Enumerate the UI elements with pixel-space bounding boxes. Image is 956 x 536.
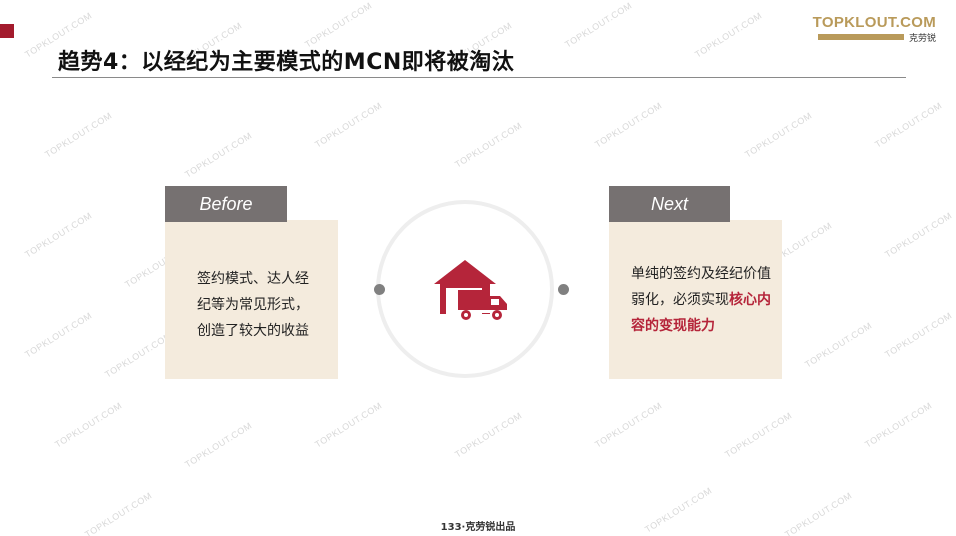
watermark-text: TOPKLOUT.COM <box>303 0 374 50</box>
next-card-text: 单纯的签约及经纪价值弱化，必须实现核心内容的变现能力 <box>631 261 771 339</box>
logo: TOPKLOUT.COM 克劳锐 <box>813 14 936 44</box>
ring-dot-right <box>558 284 569 295</box>
before-tab: Before <box>165 186 287 222</box>
watermark-text: TOPKLOUT.COM <box>883 310 954 360</box>
watermark-text: TOPKLOUT.COM <box>723 410 794 460</box>
next-card: 单纯的签约及经纪价值弱化，必须实现核心内容的变现能力 <box>609 220 782 379</box>
warehouse-truck-icon <box>434 260 508 320</box>
watermark-text: TOPKLOUT.COM <box>43 110 114 160</box>
watermark-text: TOPKLOUT.COM <box>53 400 124 450</box>
watermark-text: TOPKLOUT.COM <box>873 100 944 150</box>
before-card: 签约模式、达人经纪等为常见形式，创造了较大的收益 <box>165 220 338 379</box>
watermark-text: TOPKLOUT.COM <box>313 400 384 450</box>
watermark-text: TOPKLOUT.COM <box>593 100 664 150</box>
watermark-text: TOPKLOUT.COM <box>883 210 954 260</box>
before-card-text: 签约模式、达人经纪等为常见形式，创造了较大的收益 <box>197 271 309 339</box>
watermark-text: TOPKLOUT.COM <box>183 130 254 180</box>
watermark-text: TOPKLOUT.COM <box>313 100 384 150</box>
title-divider <box>52 77 906 78</box>
next-tab: Next <box>609 186 730 222</box>
page-footer: 133·克劳锐出品 <box>440 522 516 533</box>
page-title: 趋势4：以经纪为主要模式的MCN即将被淘汰 <box>58 50 515 75</box>
watermark-text: TOPKLOUT.COM <box>863 400 934 450</box>
watermark-text: TOPKLOUT.COM <box>23 210 94 260</box>
logo-tagline: 克劳锐 <box>908 34 936 44</box>
watermark-text: TOPKLOUT.COM <box>743 110 814 160</box>
watermark-text: TOPKLOUT.COM <box>593 400 664 450</box>
watermark-text: TOPKLOUT.COM <box>453 410 524 460</box>
logo-name: TOPKLOUT.COM <box>812 14 936 31</box>
accent-mark <box>0 24 14 38</box>
watermark-text: TOPKLOUT.COM <box>183 420 254 470</box>
watermark-text: TOPKLOUT.COM <box>103 330 174 380</box>
watermark-text: TOPKLOUT.COM <box>693 10 764 60</box>
watermark-text: TOPKLOUT.COM <box>453 120 524 170</box>
logo-bar <box>818 34 904 40</box>
slide: TOPKLOUT.COM TOPKLOUT.COM TOPKLOUT.COM TOPK… <box>0 0 956 536</box>
watermark-text: TOPKLOUT.COM <box>803 320 874 370</box>
ring-dot-left <box>374 284 385 295</box>
watermark-text: TOPKLOUT.COM <box>563 0 634 50</box>
watermark-text: TOPKLOUT.COM <box>23 310 94 360</box>
